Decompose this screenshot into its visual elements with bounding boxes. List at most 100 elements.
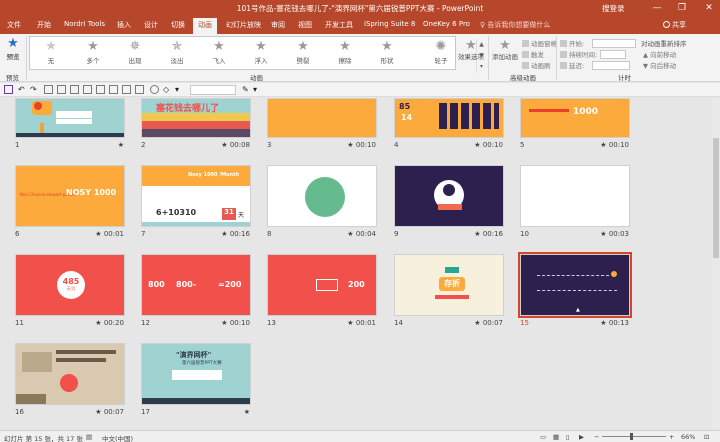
format-icon[interactable]	[122, 85, 131, 94]
move-later-button[interactable]: ▼ 向后移动	[643, 60, 676, 70]
fill-icon[interactable]: ◇	[163, 85, 172, 94]
group-icon[interactable]	[109, 85, 118, 94]
slide-unit-text: 天	[238, 212, 245, 219]
pen-icon[interactable]: ✎	[242, 85, 251, 94]
tab-onekey[interactable]: OneKey 6 Pro	[423, 20, 470, 28]
tab-animations[interactable]: 动画	[193, 18, 217, 34]
animation-pane-button[interactable]: 动画窗格	[522, 38, 557, 48]
painter-icon	[522, 62, 529, 69]
distribute-icon[interactable]	[96, 85, 105, 94]
slide-duration: 00:10	[482, 141, 503, 149]
layout-icon[interactable]	[70, 85, 79, 94]
stat-text: 85	[399, 102, 411, 111]
dashed-line	[537, 290, 617, 291]
circle-icon[interactable]	[150, 85, 159, 94]
minimize-button[interactable]: —	[650, 1, 664, 15]
normal-view-icon[interactable]: ▭	[540, 433, 546, 441]
undo-icon[interactable]: ↶	[18, 85, 27, 94]
more-icon[interactable]: ▾	[477, 61, 486, 72]
tab-insert[interactable]: 插入	[117, 20, 131, 30]
anim-shape[interactable]: ★ 形状	[366, 39, 408, 65]
zoom-out-button[interactable]: −	[594, 433, 599, 441]
slide-9-thumbnail[interactable]	[394, 165, 504, 227]
tab-design[interactable]: 设计	[144, 20, 158, 30]
anim-float-in[interactable]: ★ 浮入	[240, 39, 282, 65]
slide-12-thumbnail[interactable]: 800 800- =200	[141, 254, 251, 316]
slide-14-thumbnail[interactable]: 存折	[394, 254, 504, 316]
anim-fade[interactable]: ✯ 淡出	[156, 39, 198, 65]
restore-button[interactable]: ❐	[675, 1, 689, 15]
anim-multiple[interactable]: ★ 多个	[72, 39, 114, 65]
duration-stepper[interactable]	[600, 50, 627, 59]
reading-view-icon[interactable]: ▯	[566, 433, 570, 441]
anim-split[interactable]: ★ 劈裂	[282, 39, 324, 65]
share-button[interactable]: 共享	[659, 18, 690, 33]
preview-button[interactable]: ★ 预览	[3, 37, 23, 62]
slide-2-thumbnail[interactable]: 塞花钱去哪儿了	[141, 98, 251, 138]
slide-10-thumbnail[interactable]	[520, 165, 630, 227]
slide-1-thumbnail[interactable]	[15, 98, 125, 138]
slide-6-thumbnail[interactable]: Neo Chinese stewart packet NOSY 1000	[15, 165, 125, 227]
slide-17-thumbnail[interactable]: "演界网杯" 第六届锐普PPT大赛	[141, 343, 251, 405]
start-dropdown[interactable]	[592, 39, 637, 48]
anim-fly-in[interactable]: ★ 飞入	[198, 39, 240, 65]
login-link[interactable]: 搜登录	[602, 3, 625, 14]
from-start-icon[interactable]	[44, 85, 53, 94]
zoom-in-button[interactable]: +	[669, 433, 674, 441]
tab-nordri-tools[interactable]: Nordri Tools	[64, 20, 105, 28]
tab-slideshow[interactable]: 幻灯片放映	[226, 20, 261, 30]
add-animation-button[interactable]: ★ 添加动画	[490, 38, 520, 61]
slide-16-thumbnail[interactable]	[15, 343, 125, 405]
tab-review[interactable]: 审阅	[271, 20, 285, 30]
zoom-level[interactable]: 66%	[681, 433, 695, 441]
slide-3-thumbnail[interactable]	[267, 98, 377, 138]
trigger-button[interactable]: 触发	[522, 49, 544, 59]
anim-none[interactable]: ★ 无	[30, 39, 72, 65]
vertical-scrollbar[interactable]	[712, 98, 720, 430]
customize-icon[interactable]: ▾	[253, 85, 262, 94]
slide-duration: 00:01	[355, 319, 376, 327]
delay-field[interactable]: 延迟:	[560, 60, 631, 70]
slide-7-thumbnail[interactable]: Nosy 1000 /Month 6+10310 31 天	[141, 165, 251, 227]
new-slide-icon[interactable]	[57, 85, 66, 94]
redo-icon[interactable]: ↷	[30, 85, 39, 94]
start-field[interactable]: 开始:	[560, 38, 637, 48]
tab-file[interactable]: 文件	[7, 20, 21, 30]
scrollbar-thumb[interactable]	[713, 138, 719, 258]
font-size-box[interactable]	[190, 85, 236, 95]
sorter-view-icon[interactable]: ▦	[553, 433, 559, 441]
slideshow-view-icon[interactable]: ▶	[579, 433, 584, 441]
tab-view[interactable]: 视图	[298, 20, 312, 30]
slide-8-thumbnail[interactable]	[267, 165, 377, 227]
duration-field[interactable]: 持续时间:	[560, 49, 627, 59]
align-icon[interactable]	[83, 85, 92, 94]
status-bar: 幻灯片 第 15 张，共 17 张 ▤ 中文(中国) ▭ ▦ ▯ ▶ − + 6…	[0, 430, 720, 442]
spellcheck-icon[interactable]: ▤	[86, 433, 92, 441]
save-icon[interactable]	[4, 85, 13, 94]
white-badge: 485 天/月	[57, 271, 85, 299]
language[interactable]: 中文(中国)	[102, 433, 133, 442]
delay-stepper[interactable]	[592, 61, 631, 70]
slide-13-thumbnail[interactable]: 200	[267, 254, 377, 316]
move-earlier-button[interactable]: ▲ 向前移动	[643, 49, 676, 59]
tell-me-box[interactable]: ♀ 告诉我你想要做什么	[480, 20, 550, 30]
tab-home[interactable]: 开始	[37, 20, 51, 30]
slide-15-thumbnail[interactable]: ▲	[518, 252, 632, 318]
dropdown-icon[interactable]: ▾	[175, 85, 184, 94]
tab-transitions[interactable]: 切换	[171, 20, 185, 30]
effect-options-button[interactable]: ★ 效果选项	[458, 38, 484, 61]
close-button[interactable]: ✕	[702, 1, 716, 15]
slide-11-thumbnail[interactable]: 485 天/月	[15, 254, 125, 316]
slide-5-thumbnail[interactable]: 1000	[520, 98, 630, 138]
star-icon: ★	[381, 39, 393, 54]
zoom-slider[interactable]	[602, 436, 666, 437]
shape-icon[interactable]	[135, 85, 144, 94]
tab-ispring[interactable]: iSpring Suite 8	[364, 20, 415, 28]
animation-painter-button[interactable]: 动画刷	[522, 60, 551, 70]
tab-developer[interactable]: 开发工具	[325, 20, 353, 30]
anim-wipe[interactable]: ★ 擦除	[324, 39, 366, 65]
slide-4-thumbnail[interactable]: 85 14	[394, 98, 504, 138]
zoom-slider-knob[interactable]	[630, 433, 633, 440]
fit-window-icon[interactable]: ⊡	[704, 433, 709, 441]
anim-appear[interactable]: ✵ 出现	[114, 39, 156, 65]
